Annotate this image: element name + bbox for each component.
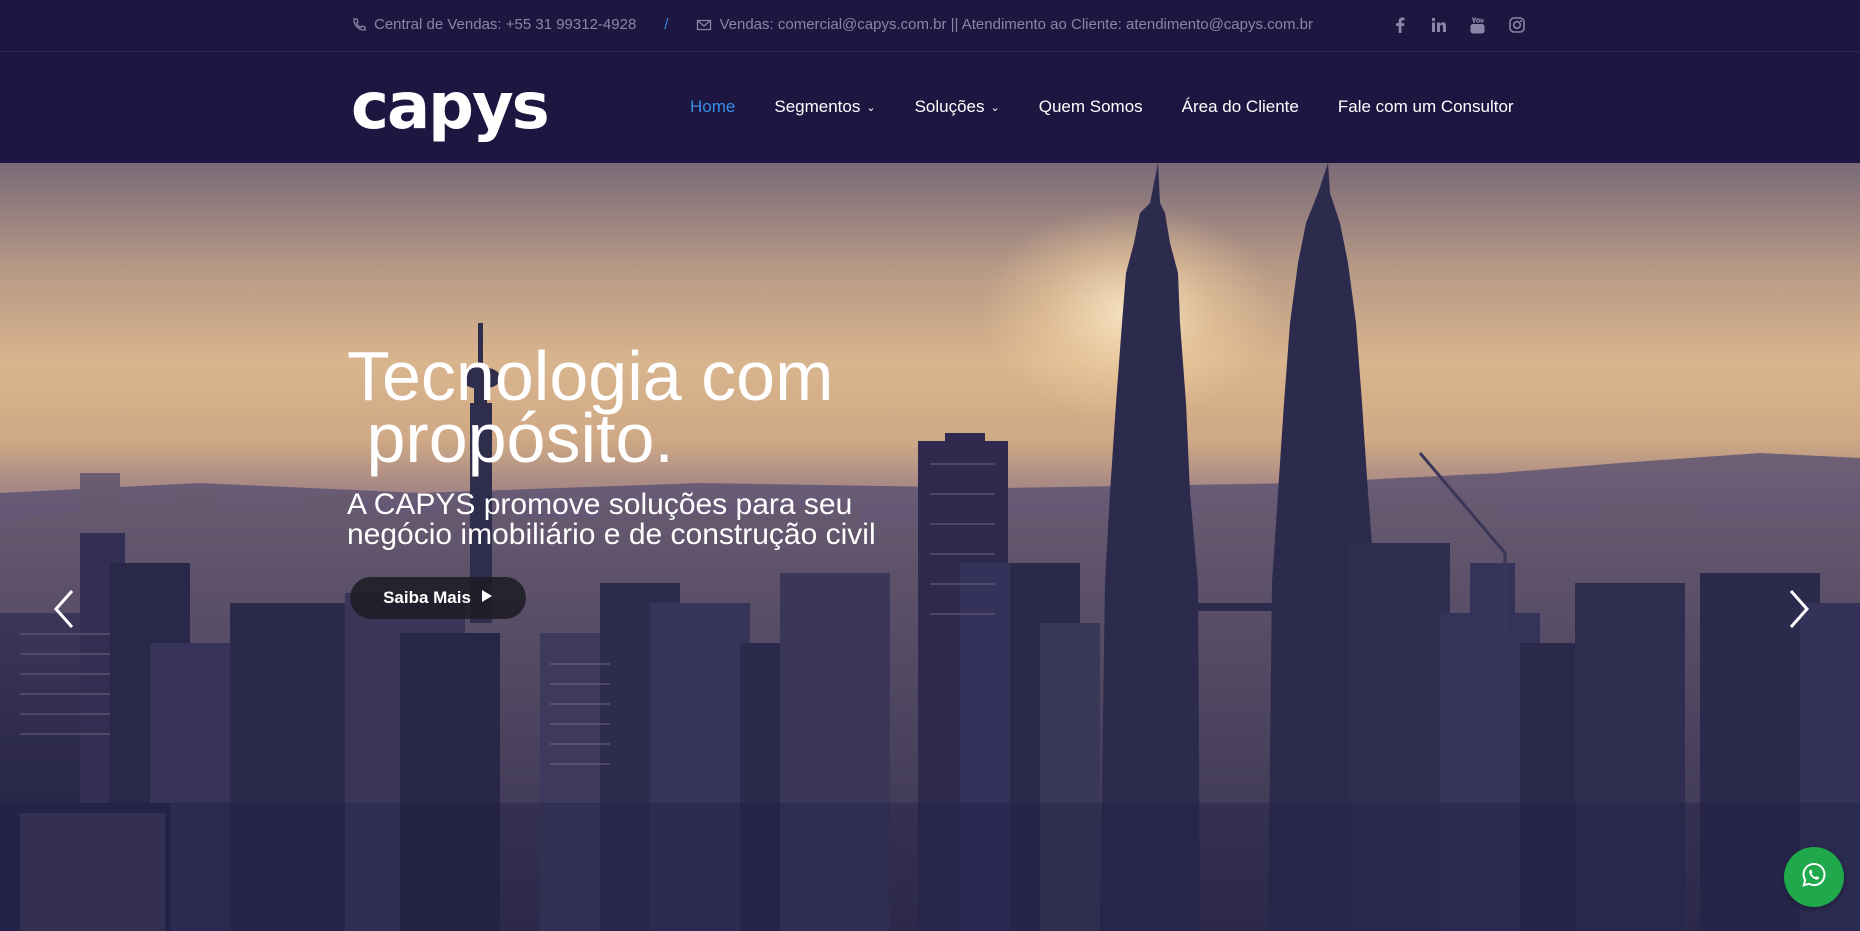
play-icon (481, 588, 493, 608)
contact-info: Central de Vendas: +55 31 99312-4928 / V… (351, 16, 1313, 33)
nav-item-area-do-cliente[interactable]: Área do Cliente (1182, 97, 1299, 117)
mail-text[interactable]: Vendas: comercial@capys.com.br || Atendi… (719, 16, 1313, 33)
nav-label: Fale com um Consultor (1337, 97, 1514, 116)
city-skyline-image (0, 163, 1860, 931)
slider-prev-button[interactable] (44, 583, 84, 639)
top-bar: Central de Vendas: +55 31 99312-4928 / V… (0, 0, 1860, 52)
hero-headline: Tecnologia com propósito. (347, 337, 834, 477)
nav-item-fale-com-consultor[interactable]: Fale com um Consultor (1338, 97, 1514, 117)
capys-logo[interactable]: capys (351, 75, 550, 139)
nav-item-quem-somos[interactable]: Quem Somos (1039, 97, 1143, 117)
separator: / (664, 16, 669, 33)
nav-item-home[interactable]: Home (690, 97, 735, 117)
nav-label: Quem Somos (1038, 97, 1143, 116)
chevron-right-icon (1788, 589, 1810, 634)
nav-item-solucoes[interactable]: Soluções ⌄ (915, 97, 1000, 117)
hero-slider: Tecnologia com propósito. A CAPYS promov… (0, 163, 1860, 931)
phone-icon (351, 17, 367, 33)
chevron-down-icon: ⌄ (990, 101, 1000, 114)
mail-icon (696, 17, 712, 33)
hero-headline-line1: Tecnologia com (347, 337, 834, 415)
saiba-mais-button[interactable]: Saiba Mais (350, 577, 526, 619)
linkedin-icon[interactable] (1419, 14, 1458, 36)
nav-item-segmentos[interactable]: Segmentos ⌄ (774, 97, 875, 117)
whatsapp-icon (1800, 861, 1828, 894)
nav-label: Segmentos (774, 97, 861, 116)
instagram-icon[interactable] (1497, 14, 1536, 36)
main-nav: Home Segmentos ⌄ Soluções ⌄ Quem Somos Á… (690, 97, 1514, 117)
social-links (1380, 14, 1536, 36)
main-header: capys Home Segmentos ⌄ Soluções ⌄ Quem S… (0, 53, 1860, 163)
cta-label: Saiba Mais (383, 588, 471, 607)
nav-label: Home (690, 97, 736, 116)
chevron-down-icon: ⌄ (866, 101, 876, 114)
hero-headline-line2: propósito. (347, 399, 674, 477)
chevron-left-icon (53, 589, 75, 634)
youtube-icon[interactable] (1458, 14, 1497, 36)
slider-next-button[interactable] (1779, 583, 1819, 639)
hero-subline: A CAPYS promove soluções para seu negóci… (347, 488, 876, 551)
whatsapp-button[interactable] (1784, 847, 1844, 907)
facebook-icon[interactable] (1380, 14, 1419, 36)
nav-label: Área do Cliente (1181, 97, 1299, 116)
phone-text: Central de Vendas: +55 31 99312-4928 (374, 16, 637, 33)
nav-label: Soluções (914, 97, 985, 116)
